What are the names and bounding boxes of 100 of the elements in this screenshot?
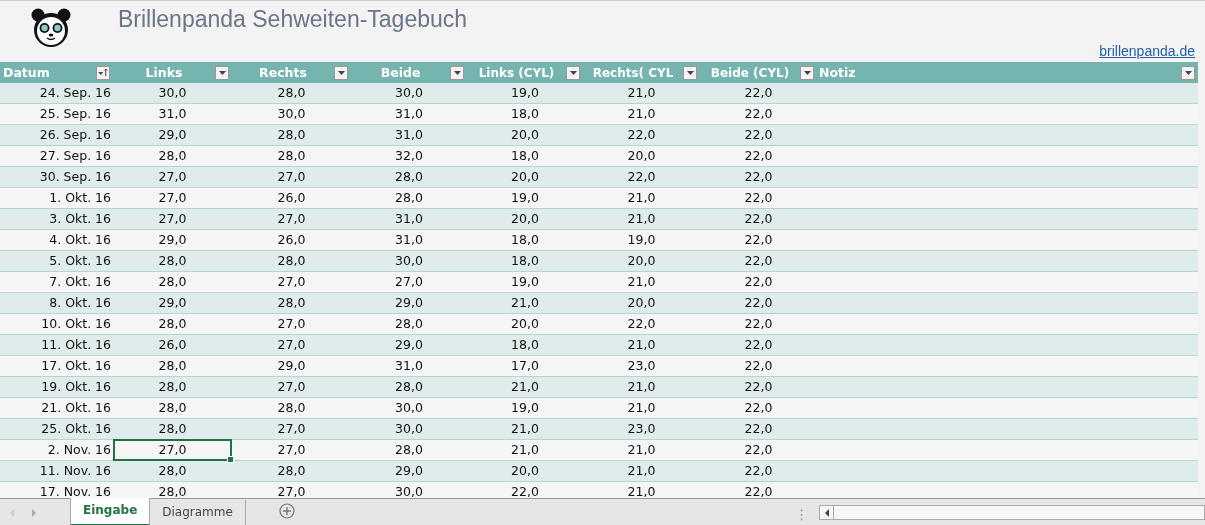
split-handle-icon[interactable]	[800, 509, 803, 521]
filter-button[interactable]	[1181, 65, 1195, 80]
table-cell-text: 31,0	[394, 105, 424, 123]
filter-button[interactable]	[683, 65, 697, 80]
table-cell-text: 28,0	[157, 483, 188, 498]
table-cell-text: 29,0	[157, 126, 188, 144]
filter-button[interactable]	[566, 65, 580, 80]
fill-handle[interactable]	[227, 456, 234, 463]
filter-button[interactable]	[450, 65, 464, 80]
caret-icon	[569, 70, 577, 75]
date-cell-text: 2. Nov. 16	[46, 441, 112, 459]
table-cell-text: 23,0	[626, 420, 657, 438]
table-cell-text: 27,0	[276, 483, 307, 498]
table-cell-text: 22,0	[743, 168, 774, 186]
table-cell-text: 27,0	[157, 210, 188, 228]
date-cell-text: 17. Nov. 16	[38, 483, 112, 498]
table-cell-text: 30,0	[394, 252, 424, 270]
scroll-left-icon[interactable]	[824, 508, 829, 517]
table-cell-text: 22,0	[743, 315, 774, 333]
date-cell-text: 19. Okt. 16	[40, 378, 112, 396]
table-cell-text: 28,0	[157, 147, 188, 165]
table-cell-text: 22,0	[626, 315, 657, 333]
table-cell-text: 30,0	[394, 483, 424, 498]
table-cell-text: 28,0	[276, 252, 307, 270]
caret-icon	[803, 70, 811, 75]
table-cell-text: 31,0	[157, 105, 188, 123]
table-cell-text: 20,0	[510, 462, 540, 480]
table-cell-text: 22,0	[743, 336, 774, 354]
date-cell-text: 21. Okt. 16	[40, 399, 112, 417]
table-cell-text: 22,0	[743, 189, 774, 207]
sheet-tab[interactable]: Eingabe	[70, 498, 151, 525]
table-cell-text: 18,0	[510, 336, 540, 354]
table-cell-text: 21,0	[626, 189, 657, 207]
date-cell-text: 11. Okt. 16	[40, 336, 112, 354]
table-cell-text: 21,0	[626, 483, 657, 498]
date-cell-text: 7. Okt. 16	[48, 273, 112, 291]
column-header: Rechts( CYL	[591, 65, 675, 80]
table-cell-text: 22,0	[743, 420, 774, 438]
table-cell-text: 27,0	[276, 315, 307, 333]
table-cell-text: 23,0	[626, 357, 657, 375]
table-cell-text: 28,0	[157, 273, 188, 291]
table-cell-text: 20,0	[510, 315, 540, 333]
table-cell-text: 19,0	[510, 189, 540, 207]
date-cell-text: 10. Okt. 16	[40, 315, 112, 333]
table-cell-text: 27,0	[157, 168, 188, 186]
table-cell-text: 19,0	[510, 273, 540, 291]
table-cell-text: 21,0	[626, 378, 657, 396]
table-cell-text: 30,0	[394, 399, 424, 417]
table-cell-text: 18,0	[510, 231, 540, 249]
date-cell-text: 25. Okt. 16	[40, 420, 112, 438]
sort-filter-button[interactable]	[96, 65, 110, 80]
table-cell-text: 28,0	[276, 399, 307, 417]
table-cell-text: 22,0	[743, 273, 774, 291]
table-cell-text: 27,0	[276, 378, 307, 396]
table-cell-text: 22,0	[743, 252, 774, 270]
panda-logo-icon	[30, 7, 72, 49]
table-cell-text: 22,0	[626, 168, 657, 186]
date-cell-text: 11. Nov. 16	[38, 462, 112, 480]
add-sheet-icon[interactable]	[278, 503, 295, 519]
table-cell-text: 21,0	[626, 336, 657, 354]
table-cell-text: 21,0	[510, 441, 540, 459]
filter-button[interactable]	[800, 65, 814, 80]
table-cell-text: 28,0	[157, 252, 188, 270]
table-cell-text: 29,0	[394, 462, 424, 480]
date-cell-text: 8. Okt. 16	[48, 294, 112, 312]
table-cell-text: 28,0	[276, 84, 307, 102]
table-cell-text: 22,0	[743, 441, 774, 459]
website-link[interactable]: brillenpanda.de	[1099, 43, 1195, 59]
filter-button[interactable]	[215, 65, 229, 80]
table-cell-text: 18,0	[510, 252, 540, 270]
caret-icon	[218, 70, 226, 75]
sheet-tab[interactable]: Diagramme	[150, 500, 246, 525]
table-cell-text: 19,0	[626, 231, 657, 249]
table-cell-text: 31,0	[394, 126, 424, 144]
sort-arrow-icon	[98, 68, 108, 77]
table-cell-text: 26,0	[157, 336, 188, 354]
table-cell-text: 21,0	[626, 462, 657, 480]
column-header: Rechts	[258, 65, 308, 80]
date-cell-text: 4. Okt. 16	[48, 231, 112, 249]
table-cell-text: 27,0	[157, 189, 188, 207]
table-cell-text: 18,0	[510, 147, 540, 165]
table-cell-text: 28,0	[394, 189, 424, 207]
table-cell-text: 29,0	[157, 231, 188, 249]
table-cell-text: 22,0	[743, 231, 774, 249]
table-cell-text: 28,0	[157, 315, 188, 333]
table-cell-text: 28,0	[394, 168, 424, 186]
table-cell-text: 26,0	[276, 231, 307, 249]
table-cell-text: 27,0	[276, 420, 307, 438]
column-header: Notiz	[818, 65, 857, 80]
column-header: Beide (CYL)	[709, 65, 791, 80]
table-cell-text: 22,0	[743, 147, 774, 165]
table-cell-text: 28,0	[394, 378, 424, 396]
table-cell-text: 31,0	[394, 210, 424, 228]
table-cell-text: 28,0	[157, 378, 188, 396]
horizontal-scrollbar[interactable]	[819, 505, 1205, 520]
table-cell-text: 28,0	[157, 462, 188, 480]
filter-button[interactable]	[334, 65, 348, 80]
table-cell-text: 21,0	[510, 378, 540, 396]
table-cell-text: 22,0	[626, 126, 657, 144]
table-cell-text: 21,0	[626, 273, 657, 291]
